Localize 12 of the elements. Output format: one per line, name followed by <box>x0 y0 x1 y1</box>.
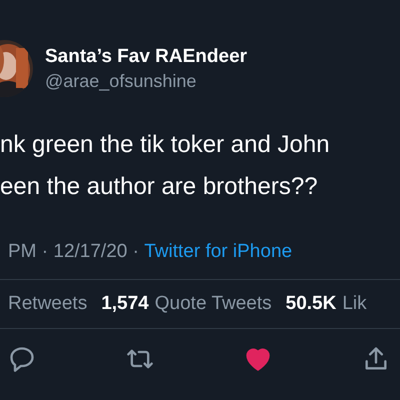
tweet-text-line: nk green the tik toker and John <box>0 131 330 159</box>
stat-label: Retweets <box>8 293 88 315</box>
tweet-timestamp: PM · 12/17/20 · <box>8 241 140 263</box>
author-name: Santa’s Fav RAEndeer <box>45 46 248 68</box>
source-link[interactable]: Twitter for iPhone <box>144 241 292 263</box>
stat-count: 50.5K <box>286 293 336 315</box>
stat-count: 1,574 <box>101 293 149 315</box>
reply-icon[interactable] <box>8 345 36 373</box>
stat-label: Quote Tweets <box>154 293 272 315</box>
tweet-text-line: een the author are brothers?? <box>0 173 318 201</box>
author-handle: @arae_ofsunshine <box>45 70 198 92</box>
stat-label: Lik <box>342 293 367 315</box>
